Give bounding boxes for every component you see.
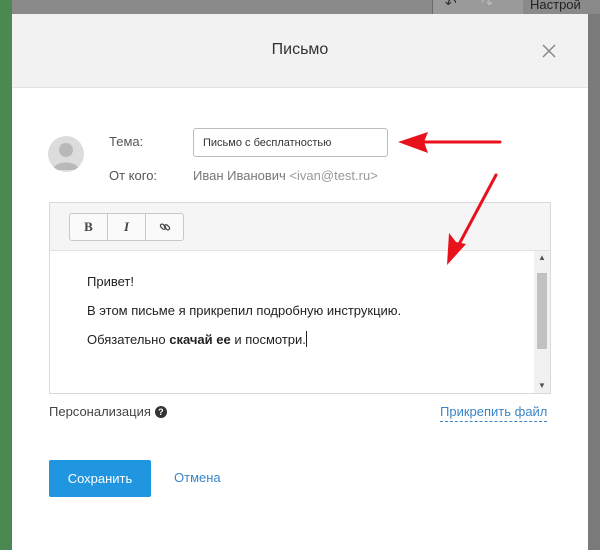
from-value: Иван Иванович <ivan@test.ru>: [193, 168, 378, 183]
subject-label: Тема:: [109, 134, 144, 149]
message-editor: B I Привет! В этом письме я прикрепил по…: [49, 202, 551, 394]
body-line-greeting: Привет!: [87, 274, 134, 289]
undo-arrow-icon[interactable]: ↶: [445, 0, 457, 12]
editor-toolbar: B I: [50, 203, 550, 251]
scroll-down-arrow-icon[interactable]: ▼: [534, 379, 550, 393]
bold-button[interactable]: B: [70, 214, 108, 240]
background-sidebar-strip: [0, 0, 12, 550]
close-icon[interactable]: [540, 42, 558, 60]
link-icon[interactable]: [146, 214, 183, 240]
personalization[interactable]: Персонализация ?: [49, 404, 167, 419]
from-name: Иван Иванович: [193, 168, 286, 183]
body-text: и посмотри.: [234, 332, 306, 347]
subject-input[interactable]: [193, 128, 388, 157]
cancel-link[interactable]: Отмена: [174, 470, 221, 485]
user-avatar-icon: [53, 143, 79, 170]
text-caret: [305, 331, 307, 347]
body-line-download: Обязательно скачай ее и посмотри.: [87, 331, 307, 347]
body-text: Обязательно: [87, 332, 166, 347]
from-label: От кого:: [109, 168, 158, 183]
from-email: ivan@test.ru: [297, 168, 371, 183]
italic-button[interactable]: I: [108, 214, 146, 240]
personalization-label[interactable]: Персонализация: [49, 404, 151, 419]
background-settings-label[interactable]: Настрой: [530, 0, 581, 12]
modal-title: Письмо: [271, 41, 329, 58]
attach-file-link[interactable]: Прикрепить файл: [440, 404, 548, 422]
scroll-up-arrow-icon[interactable]: ▲: [534, 251, 550, 265]
modal-header: Письмо: [12, 14, 588, 88]
help-icon[interactable]: ?: [154, 405, 167, 418]
format-button-group: B I: [69, 213, 184, 241]
letter-modal: Письмо Тема: От кого: Иван Иванович <iva…: [12, 14, 588, 550]
avatar: [48, 136, 84, 172]
editor-body[interactable]: Привет! В этом письме я прикрепил подроб…: [50, 251, 534, 393]
body-bold-text: скачай ее: [169, 332, 231, 347]
body-line-instruction: В этом письме я прикрепил подробную инст…: [87, 303, 402, 318]
scrollbar-thumb[interactable]: [537, 273, 547, 349]
editor-scrollbar[interactable]: ▲ ▼: [534, 251, 550, 393]
background-toolbar: ↶ ↷: [432, 0, 523, 14]
save-button[interactable]: Сохранить: [49, 460, 151, 497]
redo-arrow-icon[interactable]: ↷: [481, 0, 493, 12]
